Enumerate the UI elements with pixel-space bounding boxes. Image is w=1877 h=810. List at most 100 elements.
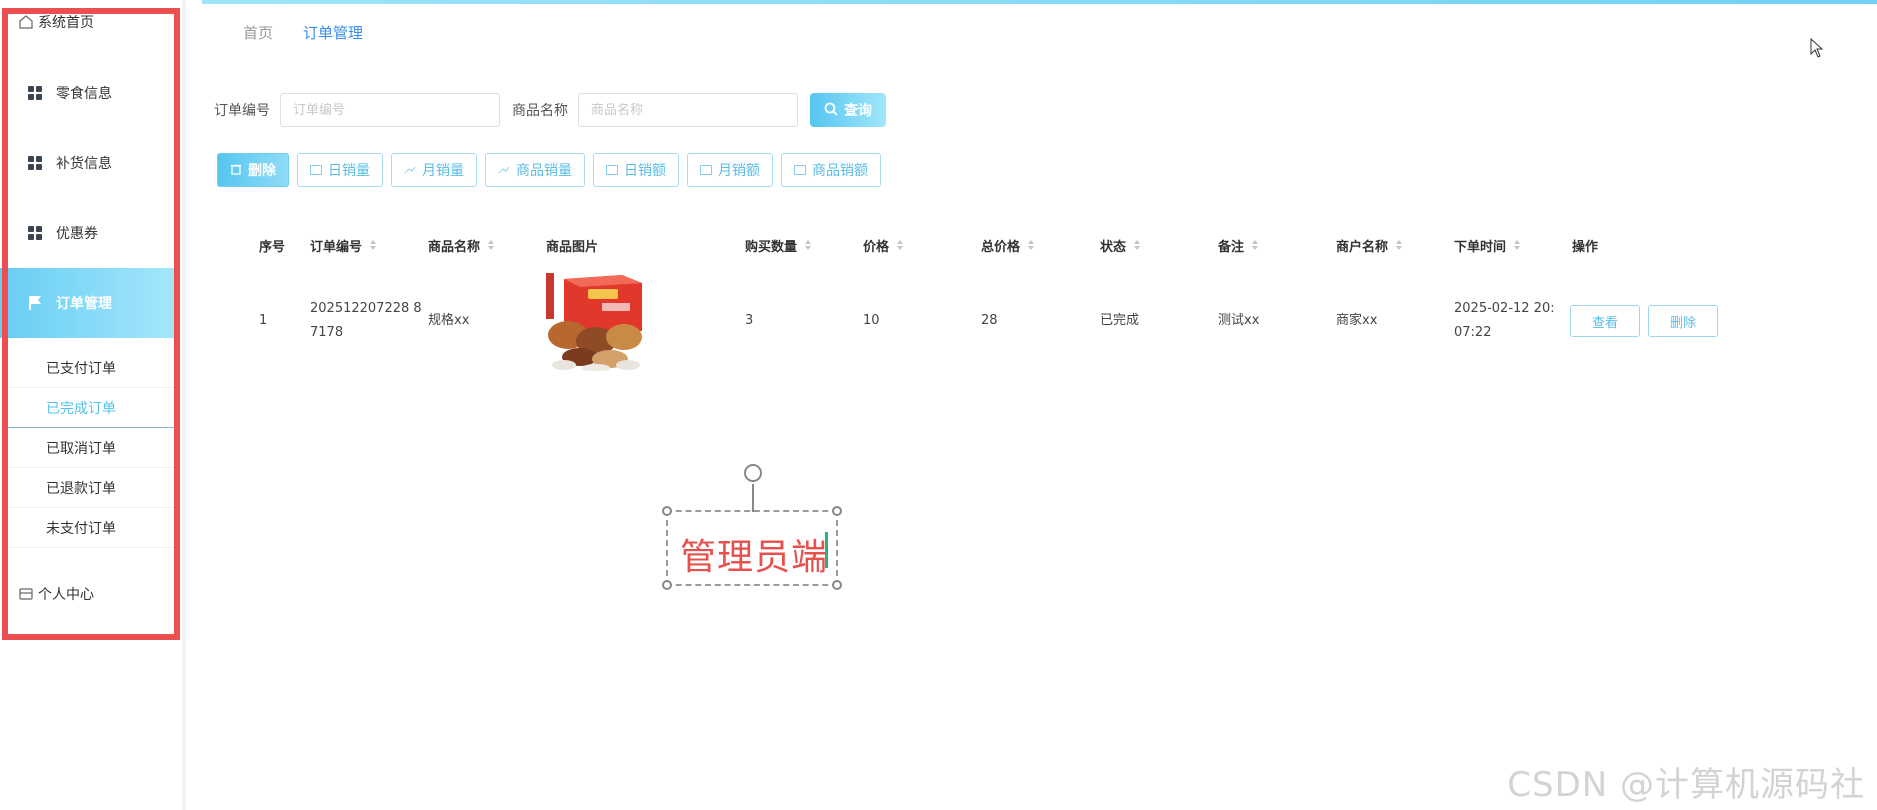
text-caret — [825, 532, 828, 568]
daily-volume-button[interactable]: 日销量 — [297, 153, 383, 187]
sidebar-subitem-label: 已支付订单 — [46, 360, 116, 377]
sidebar-profile-label: 个人中心 — [38, 587, 94, 603]
order-number-input[interactable] — [280, 93, 500, 127]
resize-handle[interactable] — [832, 580, 842, 590]
breadcrumb-home[interactable]: 首页 — [243, 22, 273, 43]
column-header-status[interactable]: 状态 — [1100, 225, 1141, 265]
monthly-amount-label: 月销额 — [718, 162, 760, 178]
column-header-merchant[interactable]: 商户名称 — [1336, 225, 1403, 265]
resize-handle[interactable] — [662, 580, 672, 590]
sidebar-subitem-cancelled-orders[interactable]: 已取消订单 — [6, 428, 176, 468]
cell-remark: 测试xx — [1218, 313, 1260, 328]
sidebar-item-profile[interactable]: 个人中心 — [18, 582, 94, 606]
chart-icon — [310, 165, 322, 175]
query-button[interactable]: 查询 — [810, 93, 886, 127]
column-header-remark[interactable]: 备注 — [1218, 225, 1259, 265]
rotate-stem — [752, 484, 754, 512]
sidebar-item-label: 零食信息 — [56, 86, 112, 102]
annotation-textbox[interactable]: 管理员端 — [662, 464, 842, 590]
line-chart-icon — [498, 162, 510, 178]
column-header-price[interactable]: 价格 — [863, 225, 904, 265]
resize-handle[interactable] — [832, 506, 842, 516]
breadcrumb-current: 订单管理 — [303, 24, 364, 42]
cell-total: 28 — [981, 313, 998, 328]
sidebar-item-restock-info[interactable]: 补货信息 — [0, 128, 180, 198]
sidebar-item-label: 优惠券 — [56, 226, 98, 242]
column-header-order-number[interactable]: 订单编号 — [310, 225, 377, 265]
sort-icon[interactable] — [1252, 240, 1259, 250]
sort-icon[interactable] — [805, 240, 812, 250]
view-button[interactable]: 查看 — [1570, 305, 1640, 337]
column-header-quantity[interactable]: 购买数量 — [745, 225, 812, 265]
goods-name-input[interactable] — [578, 93, 798, 127]
profile-card-icon — [18, 586, 34, 602]
rotate-handle[interactable] — [744, 464, 762, 482]
delete-button[interactable]: 删除 — [217, 153, 289, 187]
cell-price: 10 — [863, 313, 880, 328]
sort-icon[interactable] — [897, 240, 904, 250]
table-row: 1 202512207228 87178 规格xx 3 10 28 已完成 测试… — [248, 265, 1728, 377]
cell-order-number: 202512207228 87178 — [310, 301, 422, 340]
sort-icon[interactable] — [1396, 240, 1403, 250]
cell-actions: 查看 删除 — [1570, 265, 1718, 377]
sidebar-home-label: 系统首页 — [38, 15, 94, 31]
goods-volume-label: 商品销量 — [516, 162, 572, 178]
card-icon — [606, 165, 618, 175]
grid-icon — [28, 226, 42, 240]
sidebar-subitem-paid-orders[interactable]: 已支付订单 — [6, 348, 176, 388]
resize-handle[interactable] — [662, 506, 672, 516]
cell-order-time: 2025-02-12 20:07:22 — [1454, 301, 1555, 340]
column-header-goods-image: 商品图片 — [546, 239, 599, 255]
trash-icon — [230, 162, 242, 178]
sort-icon[interactable] — [488, 240, 495, 250]
toolbar: 删除 日销量 月销量 商品销量 日销额 月销额 商品销额 — [217, 153, 881, 187]
column-header-order-time[interactable]: 下单时间 — [1454, 225, 1521, 265]
sort-icon[interactable] — [1028, 240, 1035, 250]
sidebar-item-home[interactable]: 系统首页 — [18, 10, 94, 34]
sidebar-item-label: 补货信息 — [56, 156, 112, 172]
table-header: 序号 订单编号 商品名称 商品图片 购买数量 价格 总价格 状态 备注 商户名称… — [248, 225, 1728, 265]
mouse-cursor-icon — [1810, 37, 1824, 62]
monthly-amount-button[interactable]: 月销额 — [687, 153, 773, 187]
sort-icon[interactable] — [370, 240, 377, 250]
sort-icon[interactable] — [1514, 240, 1521, 250]
daily-amount-button[interactable]: 日销额 — [593, 153, 679, 187]
cell-goods-name: 规格xx — [428, 313, 470, 328]
breadcrumb: 首页 订单管理 — [243, 22, 393, 43]
sidebar-item-snack-info[interactable]: 零食信息 — [0, 58, 180, 128]
goods-name-label: 商品名称 — [512, 103, 568, 119]
search-bar: 订单编号 商品名称 查询 — [214, 92, 886, 128]
goods-image[interactable] — [544, 271, 644, 372]
sidebar-subitem-completed-orders[interactable]: 已完成订单 — [6, 388, 176, 428]
column-header-goods-name[interactable]: 商品名称 — [428, 225, 495, 265]
goods-amount-button[interactable]: 商品销额 — [781, 153, 881, 187]
watermark: CSDN @计算机源码社 — [1507, 765, 1865, 805]
sidebar-item-coupon[interactable]: 优惠券 — [0, 198, 180, 268]
card-icon — [700, 165, 712, 175]
column-header-total[interactable]: 总价格 — [981, 225, 1035, 265]
monthly-volume-button[interactable]: 月销量 — [391, 153, 477, 187]
sidebar-item-order-management[interactable]: 订单管理 — [0, 268, 180, 338]
page: 系统首页 零食信息 补货信息 优惠券 订单管理 已支付订单 已完成订单 已取消订… — [0, 0, 1877, 810]
sidebar-subitem-label: 已取消订单 — [46, 440, 116, 457]
line-chart-icon — [404, 162, 416, 178]
grid-icon — [28, 86, 42, 100]
row-delete-button[interactable]: 删除 — [1648, 305, 1718, 337]
sidebar-subitem-label: 已退款订单 — [46, 480, 116, 497]
column-header-index: 序号 — [259, 239, 286, 255]
order-number-label: 订单编号 — [214, 103, 270, 119]
sidebar: 系统首页 零食信息 补货信息 优惠券 订单管理 已支付订单 已完成订单 已取消订… — [0, 0, 186, 810]
goods-volume-button[interactable]: 商品销量 — [485, 153, 585, 187]
sidebar-subitem-refunded-orders[interactable]: 已退款订单 — [6, 468, 176, 508]
delete-button-label: 删除 — [248, 162, 276, 178]
card-icon — [794, 165, 806, 175]
daily-volume-label: 日销量 — [328, 162, 370, 178]
cell-merchant: 商家xx — [1336, 313, 1378, 328]
grid-icon — [28, 156, 42, 170]
annotation-text: 管理员端 — [680, 537, 829, 578]
goods-amount-label: 商品销额 — [812, 162, 868, 178]
sort-icon[interactable] — [1134, 240, 1141, 250]
top-accent-bar — [202, 0, 1877, 4]
home-icon — [18, 14, 34, 30]
sidebar-subitem-unpaid-orders[interactable]: 未支付订单 — [6, 508, 176, 548]
